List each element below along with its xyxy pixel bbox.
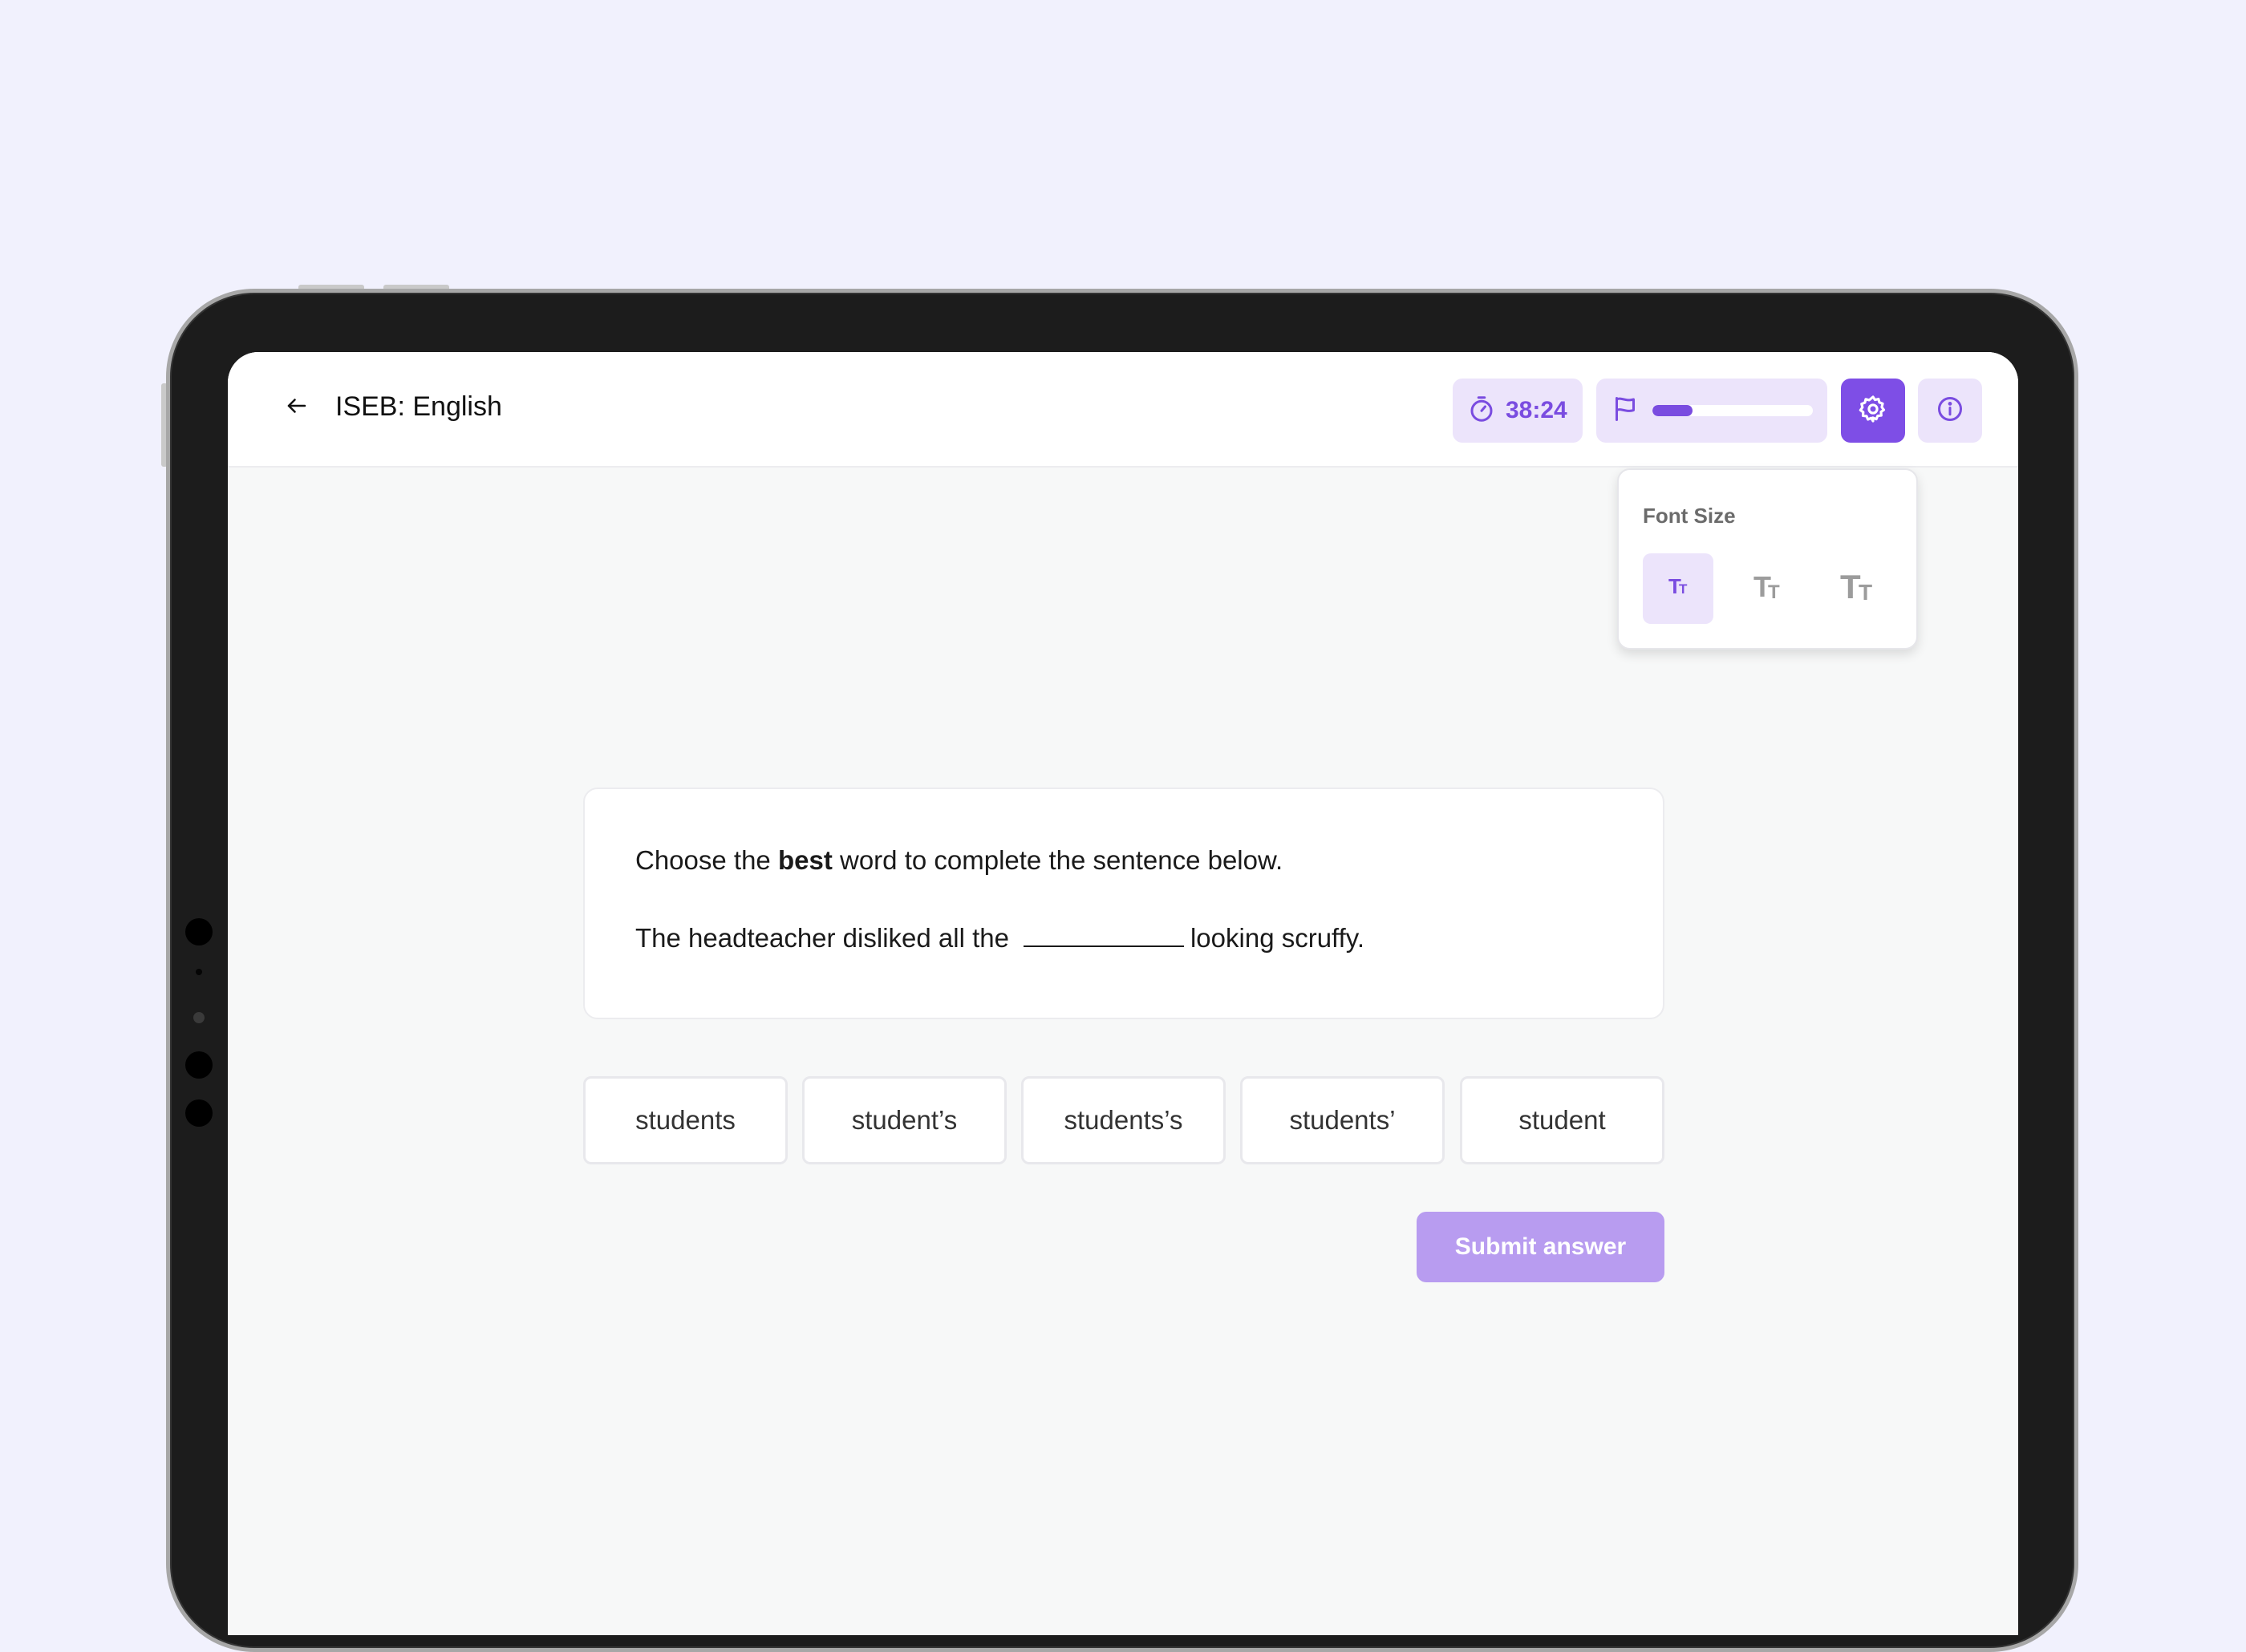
instruction-emphasis: best [777, 845, 833, 875]
camera-dot-2 [196, 969, 202, 975]
svg-text:T: T [1768, 581, 1780, 603]
answer-option-5[interactable]: student [1460, 1076, 1664, 1164]
answer-option-2[interactable]: student’s [802, 1076, 1007, 1164]
answer-blank [1023, 923, 1184, 947]
camera-lens [193, 1012, 205, 1023]
page-title: ISEB: English [335, 391, 502, 422]
info-button[interactable] [1918, 379, 1982, 443]
answer-option-1[interactable]: students [583, 1076, 788, 1164]
camera-dot-3 [185, 1051, 213, 1079]
font-size-large-button[interactable]: T T [1824, 553, 1895, 624]
progress-indicator [1596, 379, 1827, 443]
flag-icon[interactable] [1611, 395, 1640, 427]
camera-dot-1 [185, 918, 213, 945]
sentence-before-blank: The headteacher disliked all the [635, 923, 1009, 953]
instruction-prefix: Choose the [635, 845, 771, 875]
settings-button[interactable] [1841, 379, 1905, 443]
stopwatch-icon [1467, 395, 1496, 427]
progress-fill [1652, 405, 1693, 416]
instruction-suffix: word to complete the sentence below. [840, 845, 1283, 875]
sentence-after-blank: looking scruffy. [1190, 923, 1365, 953]
svg-text:T: T [1859, 580, 1872, 605]
text-size-medium-icon: T T [1748, 566, 1790, 612]
font-size-small-button[interactable]: T T [1643, 553, 1713, 624]
answer-option-3[interactable]: students’s [1021, 1076, 1226, 1164]
svg-text:T: T [1679, 581, 1688, 597]
font-size-popover: Font Size T T T T T T [1617, 468, 1918, 650]
font-size-medium-button[interactable]: T T [1733, 553, 1804, 624]
submit-answer-button[interactable]: Submit answer [1417, 1212, 1664, 1282]
app-screen: ISEB: English 38:24 Font Size T T T T T … [228, 352, 2018, 1635]
answer-option-4[interactable]: students’ [1240, 1076, 1445, 1164]
camera-dot-4 [185, 1099, 213, 1127]
text-size-large-icon: T T [1835, 563, 1883, 615]
info-icon [1936, 395, 1964, 427]
question-instruction: Choose the best word to complete the sen… [635, 845, 1283, 876]
gear-icon [1858, 394, 1888, 428]
question-card: Choose the best word to complete the sen… [583, 788, 1664, 1019]
text-size-small-icon: T T [1662, 571, 1694, 607]
answer-options: students student’s students’s students’ … [583, 1076, 1664, 1164]
question-sentence: The headteacher disliked all the looking … [635, 923, 1364, 954]
arrow-left-icon [285, 394, 309, 422]
progress-track [1652, 405, 1813, 416]
back-button[interactable] [279, 390, 314, 425]
timer-badge: 38:24 [1453, 379, 1583, 443]
top-bar: ISEB: English 38:24 [228, 352, 2018, 468]
timer-value: 38:24 [1506, 397, 1567, 423]
font-size-title: Font Size [1643, 504, 1736, 528]
